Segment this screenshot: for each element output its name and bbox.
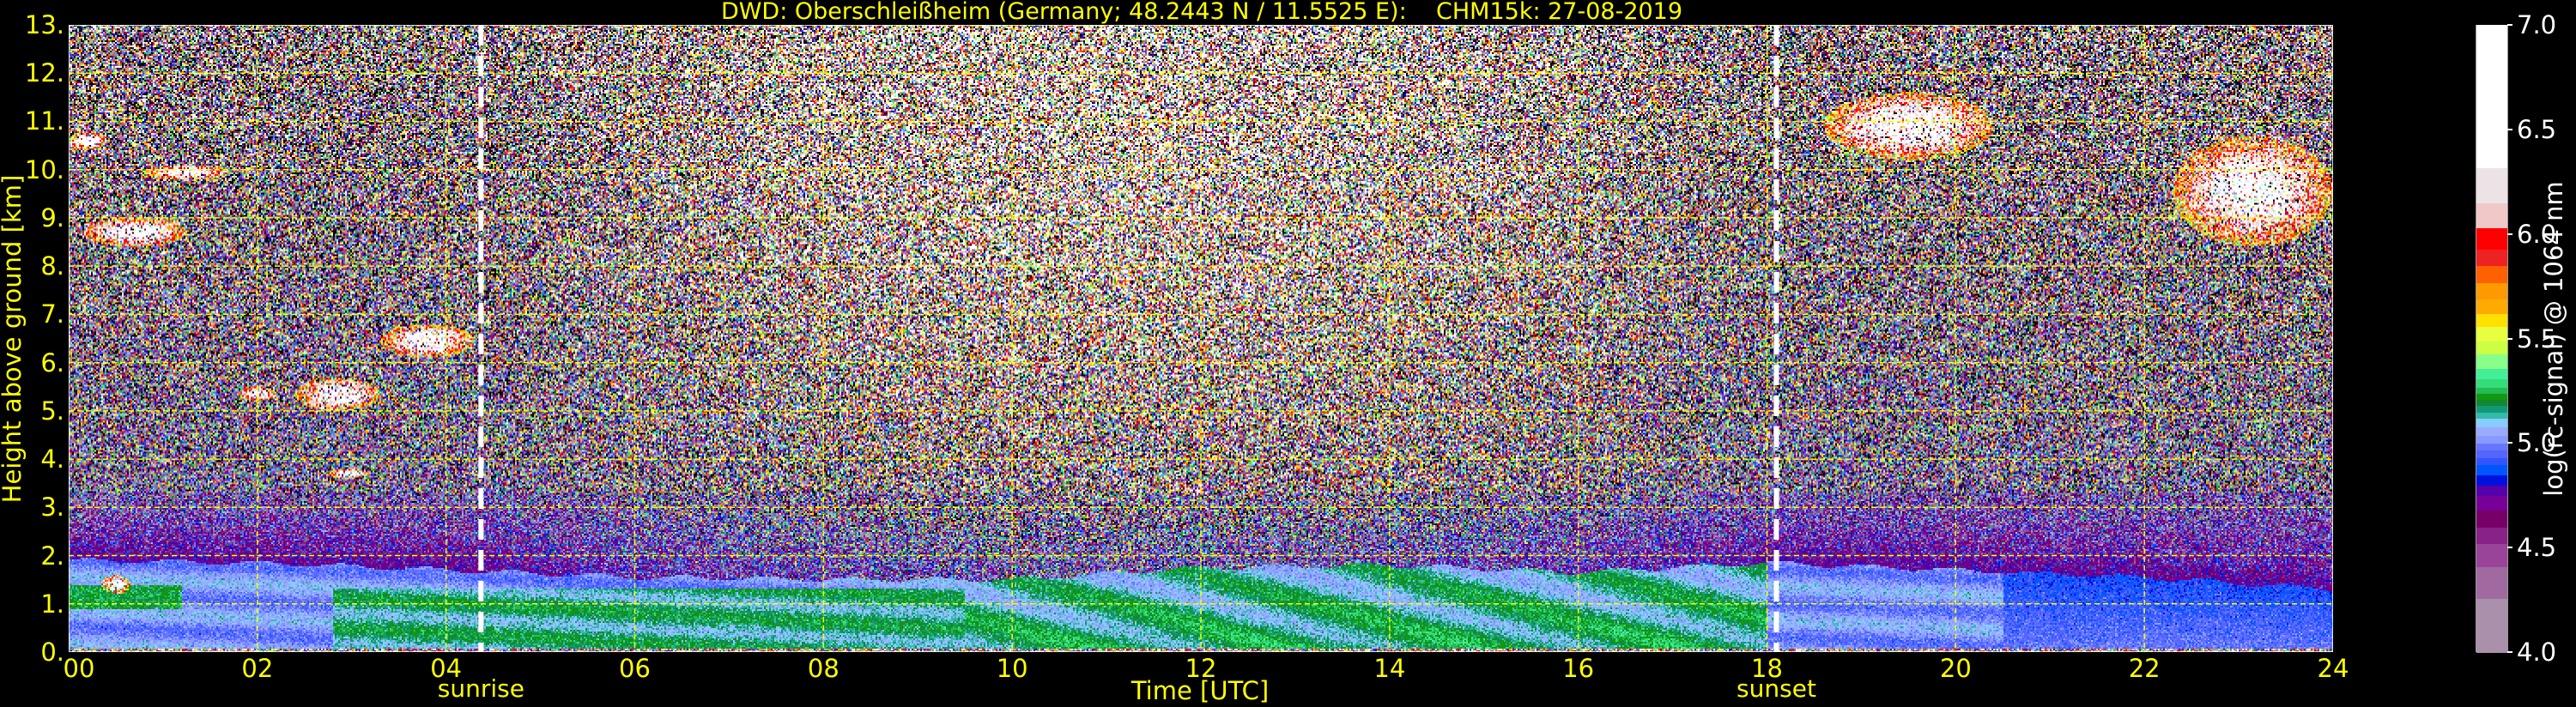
colorbar-tick-mark	[2507, 337, 2512, 340]
y-tick-label: 1.	[40, 589, 64, 619]
colorbar-tick-label: 4.5	[2517, 533, 2557, 563]
colorbar-tick-mark	[2507, 651, 2512, 653]
event-label-sunset: sunset	[1737, 674, 1816, 703]
y-tick-label: 0.	[40, 638, 64, 667]
colorbar-band	[2476, 281, 2507, 300]
colorbar-band	[2476, 443, 2507, 450]
event-label-sunrise: sunrise	[437, 674, 524, 703]
x-axis-label: Time [UTC]	[1130, 676, 1270, 705]
colorbar-band	[2476, 463, 2507, 475]
colorbar-band	[2476, 202, 2507, 229]
y-tick-label: 12.	[24, 58, 64, 88]
x-tick-label: 02	[241, 654, 274, 683]
y-tick-label: 4.	[40, 444, 64, 474]
colorbar-tick-mark	[2507, 128, 2512, 130]
y-tick-label: 13.	[24, 10, 64, 39]
colorbar-band	[2476, 313, 2507, 327]
x-tick-label: 10	[996, 654, 1028, 683]
colorbar-band	[2476, 340, 2507, 354]
y-axis-label: Height above ground [km]	[0, 174, 27, 504]
y-tick-label: 2.	[40, 541, 64, 571]
colorbar-band	[2476, 299, 2507, 315]
colorbar-tick-mark	[2507, 24, 2512, 26]
colorbar-band	[2476, 265, 2507, 283]
colorbar-band	[2476, 566, 2507, 599]
colorbar-band	[2476, 510, 2507, 528]
colorbar-tick-mark	[2507, 547, 2512, 549]
y-tick-label: 11.	[24, 106, 64, 136]
colorbar-band	[2476, 378, 2507, 388]
colorbar-band	[2476, 526, 2507, 545]
y-tick-label: 8.	[40, 251, 64, 281]
x-tick-label: 06	[619, 654, 651, 683]
colorbar-band	[2476, 426, 2507, 436]
colorbar-band	[2476, 25, 2507, 168]
colorbar-band	[2476, 405, 2507, 413]
x-tick-label: 08	[807, 654, 839, 683]
colorbar-band	[2476, 353, 2507, 369]
colorbar-band	[2476, 495, 2507, 511]
y-tick-label: 10.	[24, 154, 64, 184]
colorbar-band	[2476, 543, 2507, 568]
colorbar-band	[2476, 597, 2507, 653]
y-tick-label: 9.	[40, 202, 64, 233]
x-tick-label: 20	[1939, 654, 1972, 683]
colorbar-tick-label: 4.0	[2517, 638, 2557, 667]
colorbar-band	[2476, 399, 2507, 407]
y-tick-label: 5.	[40, 396, 64, 426]
x-tick-label: 16	[1562, 654, 1595, 683]
y-tick-label: 7.	[40, 299, 64, 329]
plot-area	[69, 25, 2333, 652]
colorbar-tick-label: 6.5	[2517, 114, 2557, 144]
y-tick-label: 6.	[40, 347, 64, 378]
x-tick-label: 14	[1373, 654, 1406, 683]
colorbar-band	[2476, 367, 2507, 379]
colorbar-label: log(rc-signal) @ 1064 nm	[2539, 181, 2568, 497]
chart-title: DWD: Oberschleißheim (Germany; 48.2443 N…	[720, 0, 1683, 25]
x-tick-label: 24	[2317, 654, 2349, 683]
colorbar-band	[2476, 248, 2507, 267]
x-tick-label: 22	[2128, 654, 2161, 683]
plot-overlay	[69, 25, 2333, 652]
x-tick-label: 00	[63, 654, 95, 683]
colorbar-band	[2476, 392, 2507, 401]
colorbar-band	[2476, 166, 2507, 204]
colorbar-band	[2476, 457, 2507, 465]
colorbar-band	[2476, 485, 2507, 497]
colorbar-tick-mark	[2507, 233, 2512, 235]
colorbar-tick-mark	[2507, 442, 2512, 444]
colorbar-tick-label: 7.0	[2517, 10, 2557, 39]
colorbar-band	[2476, 474, 2507, 486]
colorbar	[2476, 25, 2508, 653]
colorbar-band	[2476, 386, 2507, 394]
colorbar-band	[2476, 411, 2507, 420]
colorbar-band	[2476, 418, 2507, 427]
colorbar-band	[2476, 434, 2507, 444]
colorbar-band	[2476, 449, 2507, 459]
colorbar-band	[2476, 325, 2507, 341]
colorbar-band	[2476, 227, 2507, 250]
y-tick-label: 3.	[40, 492, 64, 523]
